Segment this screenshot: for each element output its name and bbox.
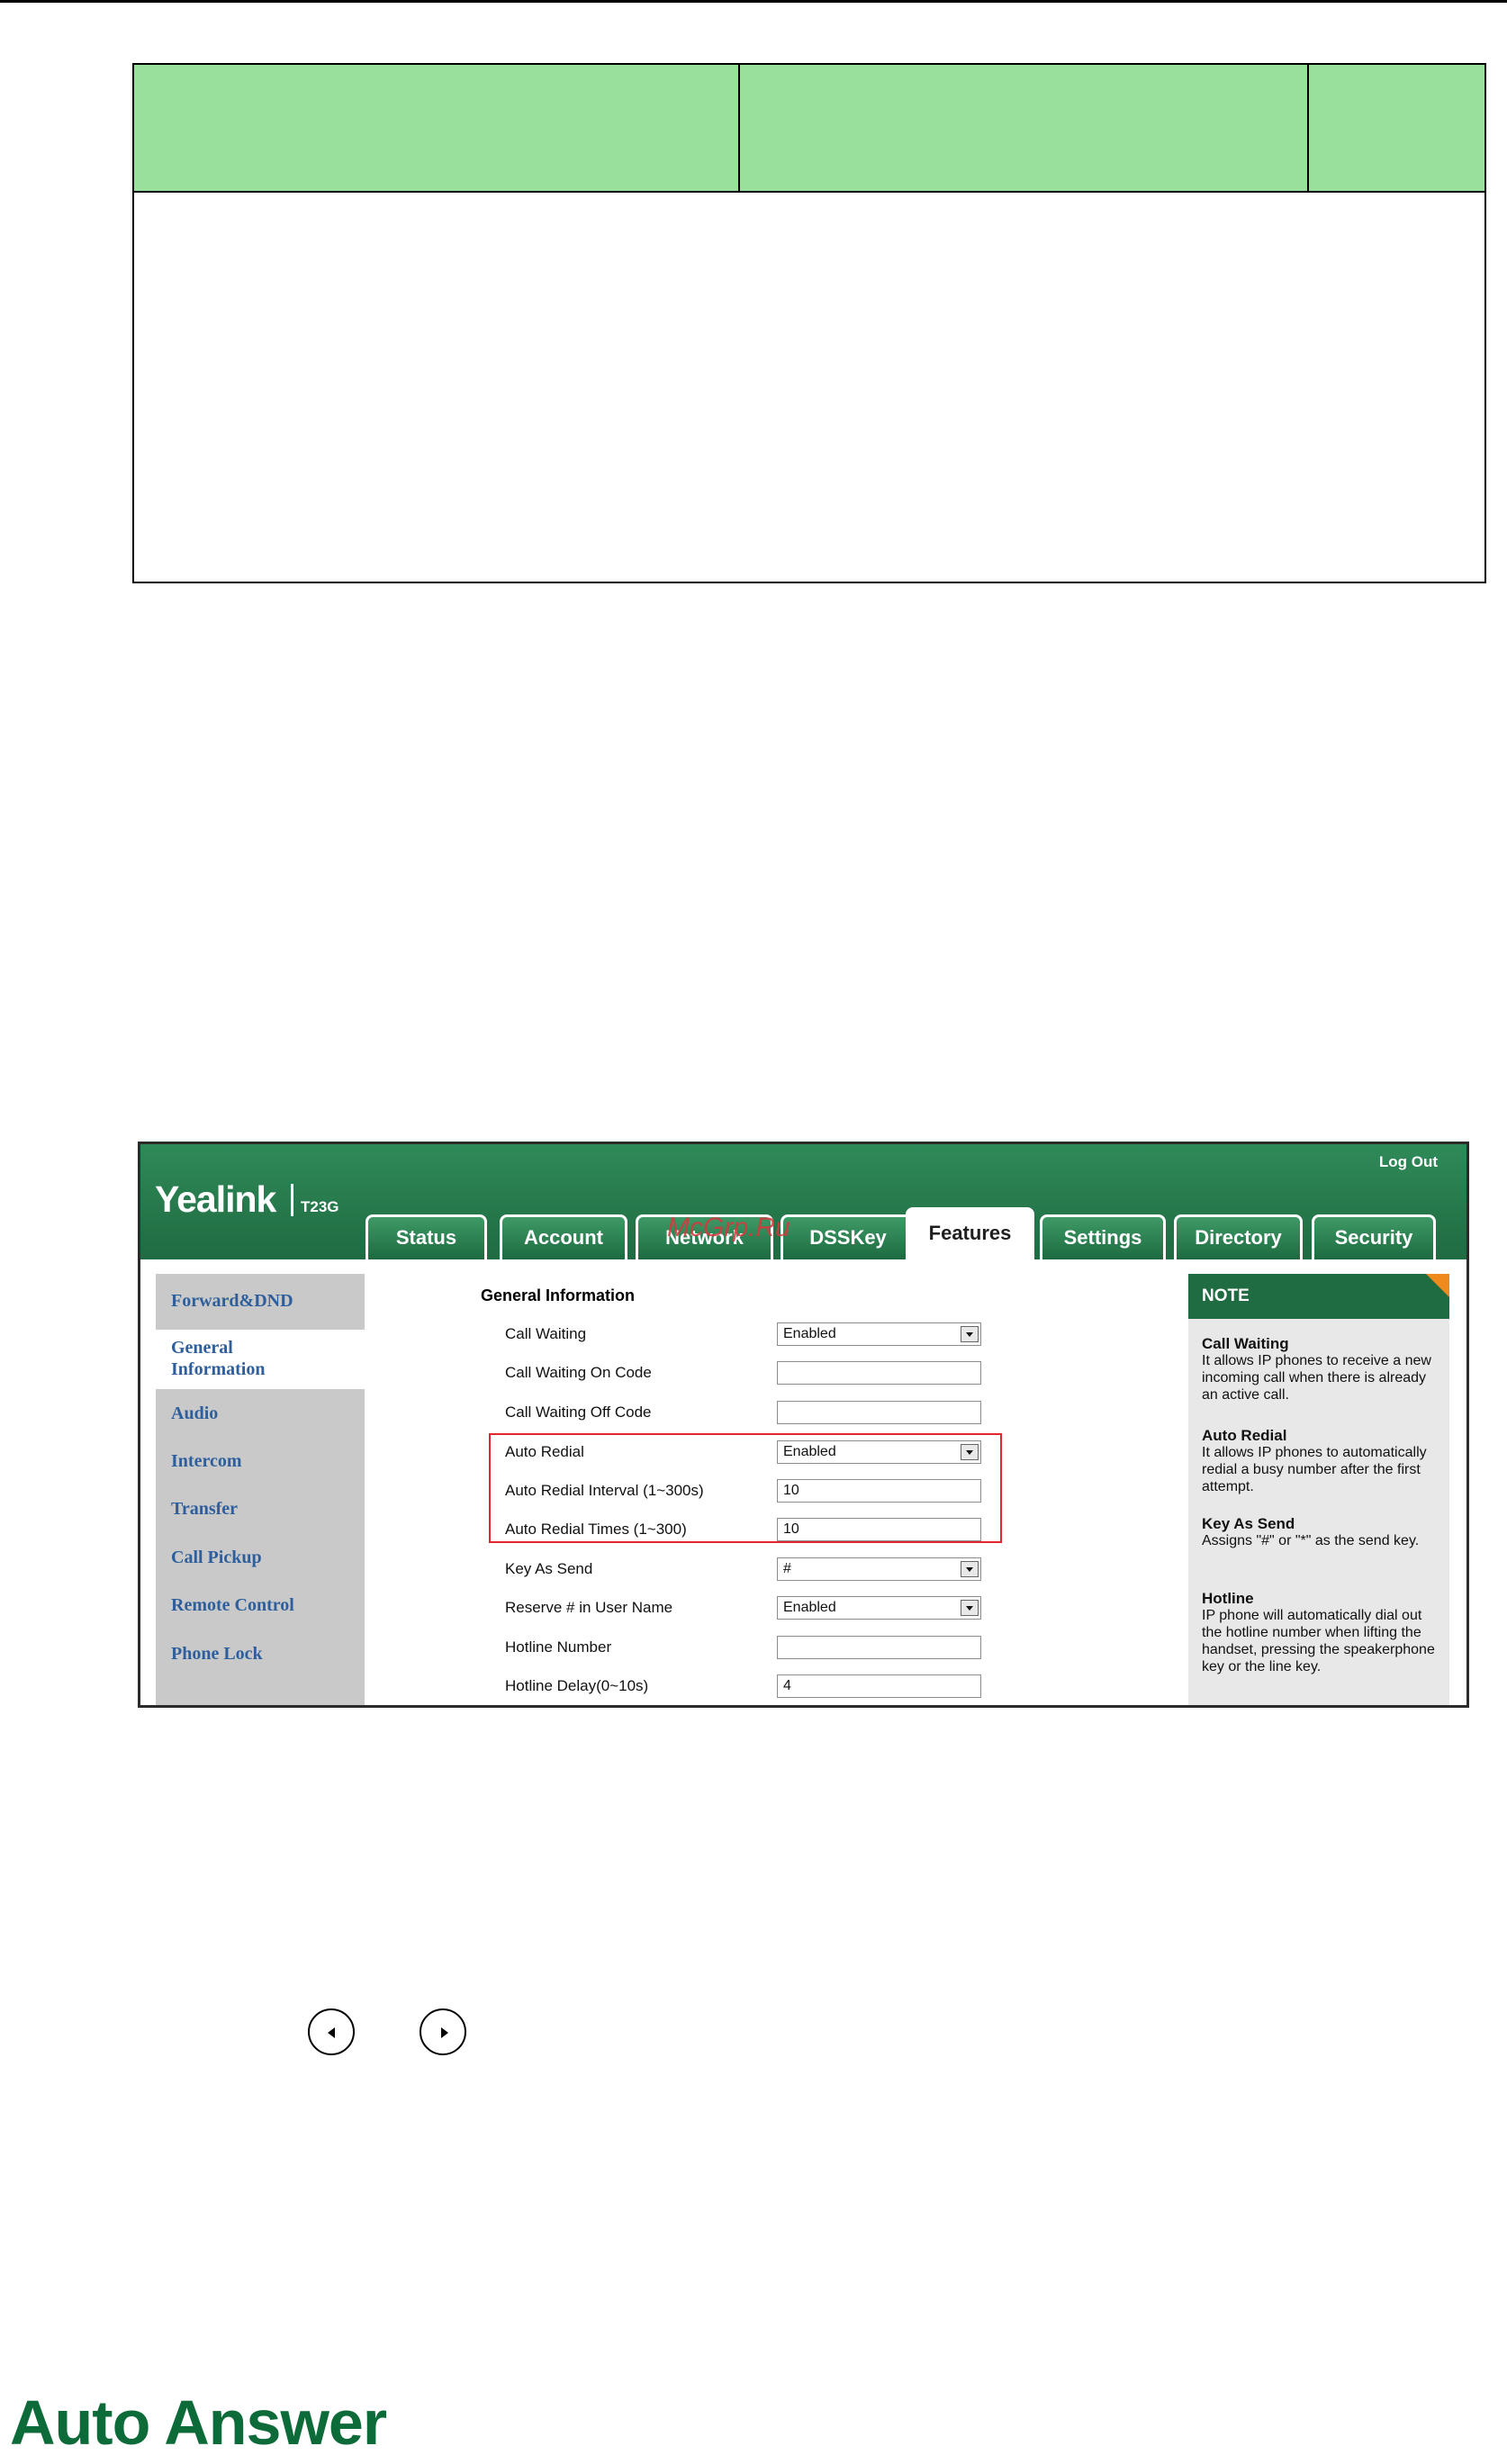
call-waiting-off-code-input[interactable] <box>777 1401 981 1424</box>
nav-item-audio[interactable]: Audio <box>171 1403 218 1424</box>
web-ui-body: Forward&DND General Information Audio In… <box>140 1259 1466 1705</box>
nav-item-transfer[interactable]: Transfer <box>171 1499 238 1520</box>
tab-status[interactable]: Status <box>365 1214 487 1259</box>
nav-item-phone-lock[interactable]: Phone Lock <box>171 1644 263 1665</box>
nav-item-general-information[interactable]: General Information <box>171 1337 288 1380</box>
call-waiting-on-code-label: Call Waiting On Code <box>505 1364 652 1381</box>
logo-separator <box>291 1184 293 1216</box>
parameter-table <box>132 63 1486 583</box>
key-as-send-value: # <box>783 1561 791 1576</box>
nav-item-forward-dnd[interactable]: Forward&DND <box>171 1291 293 1312</box>
call-waiting-label: Call Waiting <box>505 1325 587 1342</box>
parameter-table-header <box>134 65 1484 193</box>
chevron-down-icon <box>961 1326 979 1342</box>
hotline-delay-label: Hotline Delay(0~10s) <box>505 1677 649 1694</box>
column-divider <box>738 65 740 191</box>
note-corner-icon <box>1426 1274 1449 1297</box>
left-navigation-key-icon <box>308 2008 355 2055</box>
tab-directory[interactable]: Directory <box>1174 1214 1303 1259</box>
auto-answer-heading: Auto Answer <box>10 2387 387 2458</box>
note-title-call-waiting: Call Waiting <box>1202 1335 1289 1352</box>
general-information-title: General Information <box>481 1286 636 1304</box>
web-ui-header: Yealink T23G Log Out Status Account Netw… <box>140 1144 1466 1263</box>
key-as-send-select[interactable]: # <box>777 1557 981 1581</box>
note-text-call-waiting: It allows IP phones to receive a new inc… <box>1202 1353 1431 1403</box>
note-text-hotline: IP phone will automatically dial out the… <box>1202 1608 1435 1674</box>
call-waiting-select[interactable]: Enabled <box>777 1322 981 1346</box>
tab-account[interactable]: Account <box>500 1214 627 1259</box>
right-navigation-key-icon <box>420 2008 466 2055</box>
note-panel: NOTE Call Waiting It allows IP phones to… <box>1188 1274 1449 1705</box>
call-waiting-value: Enabled <box>783 1326 836 1341</box>
web-ui-screenshot: Yealink T23G Log Out Status Account Netw… <box>138 1142 1469 1708</box>
call-waiting-on-code-input[interactable] <box>777 1361 981 1385</box>
reserve-hash-label: Reserve # in User Name <box>505 1599 673 1616</box>
hotline-number-input[interactable] <box>777 1636 981 1659</box>
tab-settings[interactable]: Settings <box>1040 1214 1166 1259</box>
note-title-auto-redial: Auto Redial <box>1202 1427 1287 1444</box>
key-as-send-label: Key As Send <box>505 1560 593 1577</box>
nav-item-remote-control[interactable]: Remote Control <box>171 1595 294 1616</box>
auto-redial-highlight-box <box>489 1433 1002 1543</box>
call-waiting-off-code-label: Call Waiting Off Code <box>505 1403 652 1421</box>
page-top-rule <box>0 0 1507 3</box>
hotline-delay-input[interactable]: 4 <box>777 1674 981 1698</box>
nav-item-call-pickup[interactable]: Call Pickup <box>171 1548 262 1568</box>
arrow-right-icon <box>441 2027 448 2038</box>
chevron-down-icon <box>961 1600 979 1616</box>
phone-model: T23G <box>301 1198 339 1215</box>
note-text-key-as-send: Assigns "#" or "*" as the send key. <box>1202 1533 1420 1548</box>
nav-item-intercom[interactable]: Intercom <box>171 1451 242 1472</box>
column-divider <box>1307 65 1309 191</box>
note-text-auto-redial: It allows IP phones to automatically red… <box>1202 1445 1427 1494</box>
yealink-logo: Yealink <box>155 1178 276 1220</box>
tab-features[interactable]: Features <box>906 1207 1034 1263</box>
note-title-hotline: Hotline <box>1202 1590 1254 1607</box>
reserve-hash-select[interactable]: Enabled <box>777 1596 981 1620</box>
note-heading: NOTE <box>1188 1274 1449 1319</box>
note-title-key-as-send: Key As Send <box>1202 1515 1295 1532</box>
tab-dsskey[interactable]: DSSKey <box>781 1214 916 1259</box>
hotline-number-label: Hotline Number <box>505 1638 612 1656</box>
arrow-left-icon <box>328 2027 335 2038</box>
reserve-hash-value: Enabled <box>783 1600 836 1615</box>
watermark: McGrp.Ru <box>667 1213 790 1242</box>
tab-security[interactable]: Security <box>1312 1214 1436 1259</box>
logout-link[interactable]: Log Out <box>1379 1153 1438 1171</box>
chevron-down-icon <box>961 1561 979 1577</box>
